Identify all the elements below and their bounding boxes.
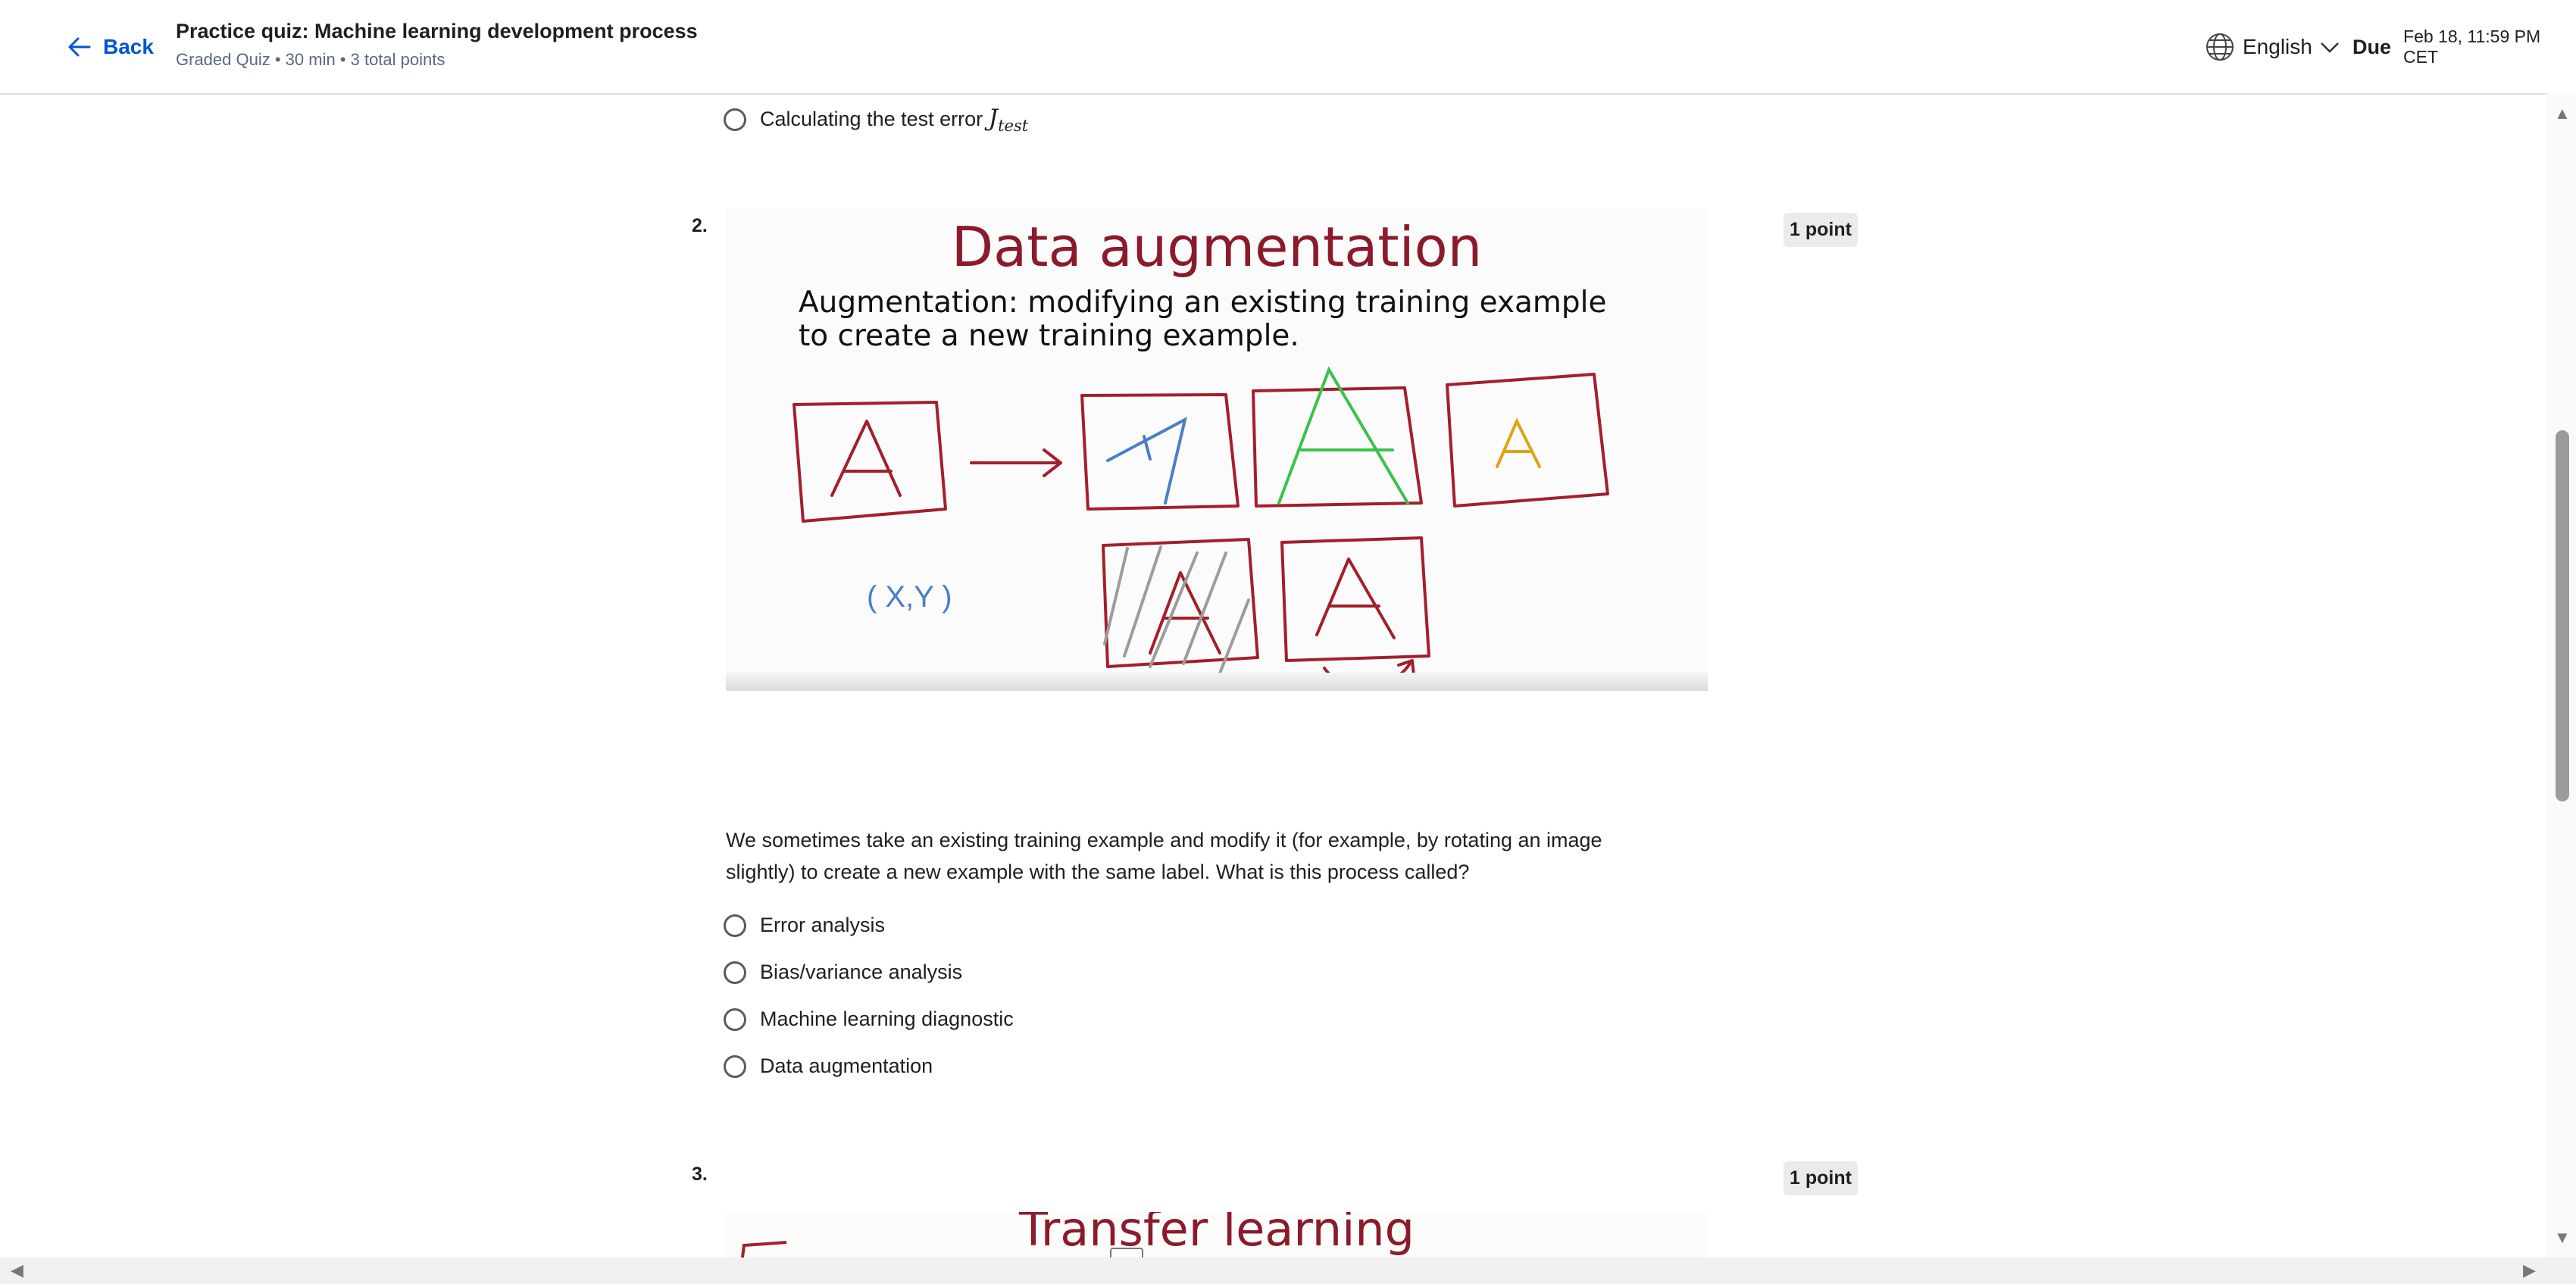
quiz-meta: Graded Quiz • 30 min • 3 total points [176, 50, 445, 69]
option-data-augmentation[interactable]: Data augmentation [724, 1054, 933, 1078]
question-number: 3. [692, 1164, 708, 1185]
radio-icon[interactable] [724, 914, 746, 937]
augmentation-drawing [792, 366, 1609, 687]
question-number: 2. [692, 215, 708, 236]
option-label: Machine learning diagnostic [760, 1008, 1014, 1030]
due-label: Due [2352, 35, 2392, 58]
option-label: Bias/variance analysis [760, 961, 963, 983]
option-ml-diagnostic[interactable]: Machine learning diagnostic [724, 1008, 1014, 1031]
math-symbol: J [988, 105, 999, 132]
scroll-down-icon[interactable]: ▼ [2554, 1228, 2571, 1248]
image-bottom-edge [726, 673, 1708, 691]
arrow-left-icon [68, 37, 91, 57]
radio-icon[interactable] [724, 1054, 746, 1078]
points-badge: 1 point [1784, 213, 1858, 247]
option-label: Data augmentation [760, 1054, 933, 1077]
question-text: We sometimes take an existing training e… [726, 829, 1602, 883]
option-error-analysis[interactable]: Error analysis [724, 914, 885, 937]
radio-icon[interactable] [724, 1008, 746, 1031]
xy-label: ( X,Y ) [867, 580, 952, 614]
due-value: Feb 18, 11:59 PM CET [2403, 27, 2541, 67]
question-image: Transfer learning [726, 1212, 1708, 1257]
question-image: Data augmentation Augmentation: modifyin… [726, 209, 1708, 691]
transfer-drawing [741, 1241, 1143, 1257]
scroll-thumb[interactable] [2556, 430, 2569, 801]
back-button[interactable]: Back [67, 29, 154, 65]
scroll-right-icon[interactable]: ▶ [2523, 1261, 2536, 1280]
language-label: English [2243, 35, 2312, 58]
scroll-left-icon[interactable]: ◀ [11, 1261, 23, 1280]
chevron-down-icon [2320, 42, 2339, 53]
option-bias-variance[interactable]: Bias/variance analysis [724, 961, 962, 984]
language-selector[interactable]: English [2205, 29, 2340, 65]
math-subscript: test [998, 117, 1029, 136]
radio-icon[interactable] [724, 961, 746, 984]
vertical-scrollbar[interactable]: ▲ ▼ [2547, 93, 2576, 1257]
globe-icon [2206, 33, 2234, 61]
radio-icon[interactable] [724, 108, 746, 132]
points-badge: 1 point [1784, 1161, 1858, 1195]
math-formula: Jtest [988, 105, 1029, 136]
page-title: Practice quiz: Machine learning developm… [176, 20, 698, 42]
scroll-up-icon[interactable]: ▲ [2554, 104, 2571, 123]
back-label: Back [103, 35, 154, 58]
due-date: Due Feb 18, 11:59 PM CET [2352, 27, 2576, 67]
top-bar: Back Practice quiz: Machine learning dev… [0, 0, 2576, 95]
option-label: Calculating the test error Jtest [760, 105, 1028, 135]
horizontal-scrollbar[interactable]: ◀ ▶ [0, 1257, 2576, 1284]
option-label: Error analysis [760, 914, 886, 936]
option-test-error[interactable]: Calculating the test error Jtest [724, 105, 1028, 135]
option-label-text: Calculating the test error [760, 108, 983, 130]
